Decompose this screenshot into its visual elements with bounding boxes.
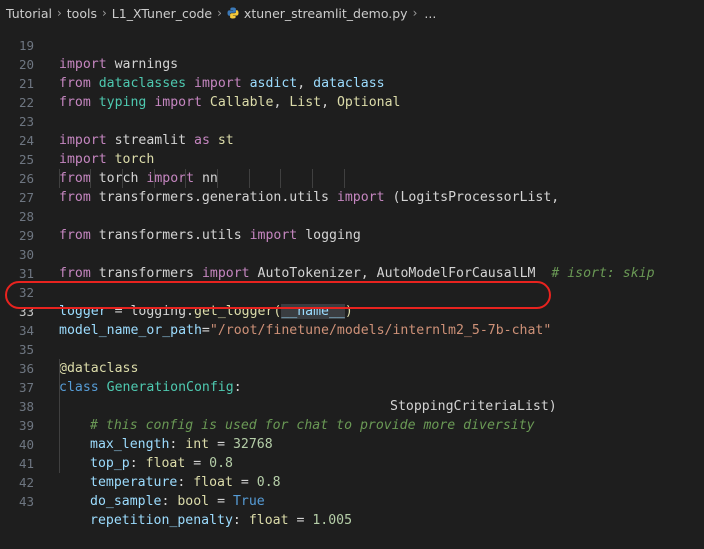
code-token: do_sample	[90, 494, 162, 509]
code-token: True	[232, 494, 265, 509]
code-line[interactable]: 21 from typing import Callable, List, Op…	[0, 55, 704, 110]
indent-guide	[185, 169, 186, 188]
code-line[interactable]: 26 from transformers.generation.utils im…	[0, 150, 704, 205]
indent-guide	[122, 169, 123, 188]
code-line[interactable]: 22	[0, 74, 704, 110]
code-token: repetition_penalty	[90, 513, 233, 528]
code-line-active[interactable]: 33 model_name_or_path="/root/finetune/mo…	[0, 283, 704, 338]
code-line[interactable]: 42 repetition_penalty: float = 1.005	[0, 454, 704, 528]
indent-guide	[59, 397, 60, 416]
indent-guide	[154, 169, 155, 188]
code-line[interactable]: 36 class GenerationConfig:	[0, 340, 704, 395]
code-token: =	[288, 513, 313, 528]
code-line[interactable]: 19 import warnings	[0, 17, 704, 72]
indent-guide	[59, 416, 60, 435]
code-token: :	[232, 513, 249, 528]
indent-guide	[280, 169, 281, 188]
code-number: 1.005	[312, 513, 353, 528]
code-token: float	[248, 513, 289, 528]
code-token: =	[209, 494, 233, 509]
indent-guide	[59, 169, 60, 188]
code-line[interactable]: 28 from transformers.utils import loggin…	[0, 188, 704, 243]
code-line[interactable]: 40 temperature: float = 0.8	[0, 416, 704, 490]
indent-guide	[59, 378, 60, 397]
indent-guide	[59, 359, 60, 378]
indent-guide	[59, 454, 60, 473]
code-line[interactable]: 38 max_length: int = 32768	[0, 378, 704, 452]
code-token: bool	[177, 494, 210, 509]
code-token: :	[161, 494, 178, 509]
code-line[interactable]: 37 # this config is used for chat to pro…	[0, 359, 704, 433]
code-line[interactable]: 34	[0, 302, 704, 338]
code-line[interactable]: 25 from torch import nn	[0, 131, 704, 186]
code-line[interactable]: 29	[0, 207, 704, 243]
code-line[interactable]: 27 StoppingCriteriaList)	[0, 169, 704, 414]
code-line[interactable]: 43	[0, 473, 704, 509]
line-number: 43	[18, 494, 34, 509]
indent-guide	[312, 169, 313, 188]
code-line[interactable]: 32 logger = logging.get_logger(__name__)	[0, 264, 704, 319]
indent-guide	[90, 169, 91, 188]
indent-guide	[59, 435, 60, 454]
code-line[interactable]: 31	[0, 245, 704, 281]
code-line[interactable]: 30 from transformers import AutoTokenize…	[0, 226, 704, 281]
indent-guide	[249, 169, 250, 188]
code-line[interactable]: 35 @dataclass	[0, 321, 704, 376]
indent-guide	[217, 169, 218, 188]
indent-guide	[344, 169, 345, 188]
code-line[interactable]: 24 import torch	[0, 112, 704, 167]
code-line[interactable]: 20 from dataclasses import asdict, datac…	[0, 36, 704, 91]
code-line[interactable]: 23 import streamlit as st	[0, 93, 704, 148]
code-line[interactable]: 41 do_sample: bool = True	[0, 435, 704, 509]
code-line[interactable]: 39 top_p: float = 0.8	[0, 397, 704, 471]
